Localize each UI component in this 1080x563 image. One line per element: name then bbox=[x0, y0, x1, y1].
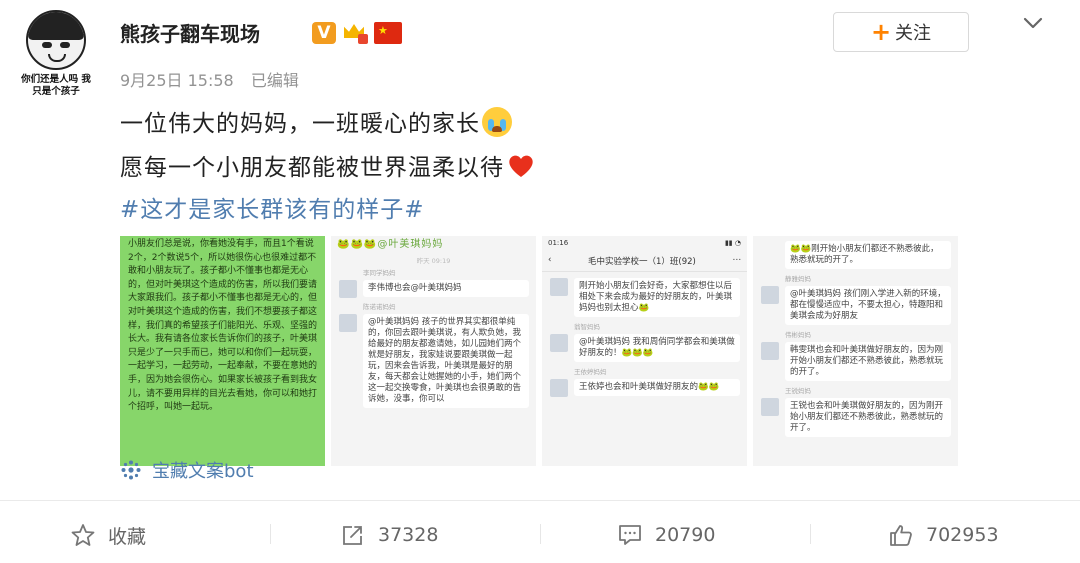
share-button[interactable]: 37328 bbox=[340, 520, 438, 550]
chat-bubble: 王依婷也会和叶美琪做好朋友的🐸🐸 bbox=[550, 379, 740, 397]
star-icon bbox=[71, 524, 95, 546]
chat-title-bar: ‹ 毛中实验学校一（1）班(92) ⋯ bbox=[542, 252, 747, 272]
chat-bubble: 刚开始小朋友们会好奇，大家都想住以后相处下来会成为最好的好朋友的，叶美琪妈妈也别… bbox=[550, 278, 740, 317]
chat-bubble: @叶美琪妈妈 孩子的世界其实都很单纯的，你回去跟叶美琪说，有人欺负她，我给最好的… bbox=[339, 314, 529, 408]
thumbnail-3[interactable]: 01:16 ▮▮ ◔ ‹ 毛中实验学校一（1）班(92) ⋯ 刚开始小朋友们会好奇，大… bbox=[542, 236, 747, 466]
share-count: 37328 bbox=[378, 524, 439, 546]
share-icon bbox=[343, 526, 362, 545]
thumbnail-1[interactable]: 小朋友们总是说，你看她没有手，而且1个看说2个，2个数说5个，所以她很伤心也很难… bbox=[120, 236, 325, 466]
chat-bubble: 李伟博也会@叶美琪妈妈 bbox=[339, 280, 529, 298]
favorite-button[interactable]: 收藏 bbox=[70, 520, 146, 550]
verified-v-badge-icon[interactable]: V bbox=[312, 22, 336, 44]
follow-button[interactable]: + 关注 bbox=[833, 12, 969, 52]
chat-sender: 陈诺诺妈妈 bbox=[363, 303, 396, 311]
chat-avatar bbox=[550, 379, 568, 397]
action-separator bbox=[810, 524, 811, 544]
source-label: 宝藏文案bot bbox=[152, 461, 254, 482]
chat-sender: 伟彬妈妈 bbox=[785, 331, 811, 339]
chat-avatar bbox=[761, 398, 779, 416]
crown-badge-icon[interactable] bbox=[342, 22, 368, 44]
favorite-label: 收藏 bbox=[108, 525, 147, 548]
china-flag-icon[interactable]: ★ bbox=[374, 22, 402, 44]
crying-face-emoji bbox=[482, 107, 512, 137]
comment-count: 20790 bbox=[655, 524, 716, 546]
hashtag-link[interactable]: #这才是家长群该有的样子# bbox=[120, 190, 425, 224]
chat-avatar bbox=[550, 278, 568, 296]
chat-bubble: @叶美琪妈妈 孩们刚入学进入新的环境，都在慢慢适应中，不要太担心，特趣阳和美琪会… bbox=[761, 286, 951, 325]
comment-icon bbox=[619, 525, 641, 545]
chat-sender: 翁智妈妈 bbox=[574, 323, 600, 331]
follow-label: 关注 bbox=[895, 23, 932, 44]
post-text-line-1: 一位伟大的妈妈，一班暖心的家长 bbox=[120, 104, 512, 138]
chat-time: 昨天 09:19 bbox=[416, 257, 451, 265]
source-app-icon bbox=[121, 460, 141, 480]
action-bar-divider bbox=[0, 500, 1080, 501]
chat-bubble: 王锐也会和叶美琪做好朋友的，因为刚开始小朋友们都还不熟悉彼此，熟悉就玩的开了。 bbox=[761, 398, 951, 437]
source-link[interactable]: 宝藏文案bot bbox=[120, 457, 254, 483]
post-timestamp[interactable]: 9月25日 15:58 bbox=[120, 71, 234, 90]
username-link[interactable]: 熊孩子翻车现场 bbox=[120, 18, 260, 47]
red-heart-emoji bbox=[509, 155, 533, 177]
chat-avatar bbox=[761, 342, 779, 360]
chat-sender: 静雅妈妈 bbox=[785, 275, 811, 283]
comment-button[interactable]: 20790 bbox=[617, 520, 715, 550]
thumbnail-4[interactable]: 🐸🐸刚开始小朋友们都还不熟悉彼此，熟悉就玩的开了。 静雅妈妈 @叶美琪妈妈 孩们… bbox=[753, 236, 958, 466]
user-badges: V ★ bbox=[312, 22, 402, 44]
action-separator bbox=[540, 524, 541, 544]
chat-avatar bbox=[339, 314, 357, 332]
thumbnail-2[interactable]: 🐸🐸🐸@叶美琪妈妈 昨天 09:19 李同学妈妈 李伟博也会@叶美琪妈妈 陈诺诺… bbox=[331, 236, 536, 466]
phone-status-bar: 01:16 ▮▮ ◔ bbox=[548, 239, 741, 247]
like-button[interactable]: 702953 bbox=[888, 520, 999, 550]
chevron-down-icon[interactable] bbox=[1022, 12, 1044, 34]
user-avatar[interactable]: 你们还是人吗 我 只是个孩子 bbox=[14, 10, 98, 102]
chat-sender: 王依婷妈妈 bbox=[574, 368, 607, 376]
edited-label[interactable]: 已编辑 bbox=[251, 71, 299, 90]
chat-avatar bbox=[761, 286, 779, 304]
chat-bubble: @叶美琪妈妈 我和周俏同学都会和美琪做好朋友的！🐸🐸🐸 bbox=[550, 334, 740, 362]
thumbs-up-icon bbox=[890, 525, 912, 546]
post-text-line-2: 愿每一个小朋友都能被世界温柔以待 bbox=[120, 148, 536, 182]
thumbnail-1-text: 小朋友们总是说，你看她没有手，而且1个看说2个，2个数说5个，所以她很伤心也很难… bbox=[128, 239, 318, 413]
chat-sender: 王锐妈妈 bbox=[785, 387, 811, 395]
chat-sender: 李同学妈妈 bbox=[363, 269, 396, 277]
plus-icon: + bbox=[870, 18, 892, 46]
chat-avatar bbox=[550, 334, 568, 352]
action-separator bbox=[270, 524, 271, 544]
chat-bubble: 韩雯琪也会和叶美琪做好朋友的，因为刚开始小朋友们都还不熟悉彼此，熟悉就玩的开了。 bbox=[761, 342, 951, 381]
sticker-row: 🐸🐸🐸@叶美琪妈妈 bbox=[337, 239, 444, 250]
like-count: 702953 bbox=[926, 524, 999, 546]
avatar-face-image bbox=[26, 10, 86, 70]
post-meta: 9月25日 15:58 已编辑 bbox=[120, 67, 311, 91]
avatar-caption: 你们还是人吗 我 只是个孩子 bbox=[21, 74, 91, 97]
image-gallery: 小朋友们总是说，你看她没有手，而且1个看说2个，2个数说5个，所以她很伤心也很难… bbox=[120, 236, 958, 466]
chat-bubble: 🐸🐸刚开始小朋友们都还不熟悉彼此，熟悉就玩的开了。 bbox=[785, 241, 951, 269]
chat-avatar bbox=[339, 280, 357, 298]
